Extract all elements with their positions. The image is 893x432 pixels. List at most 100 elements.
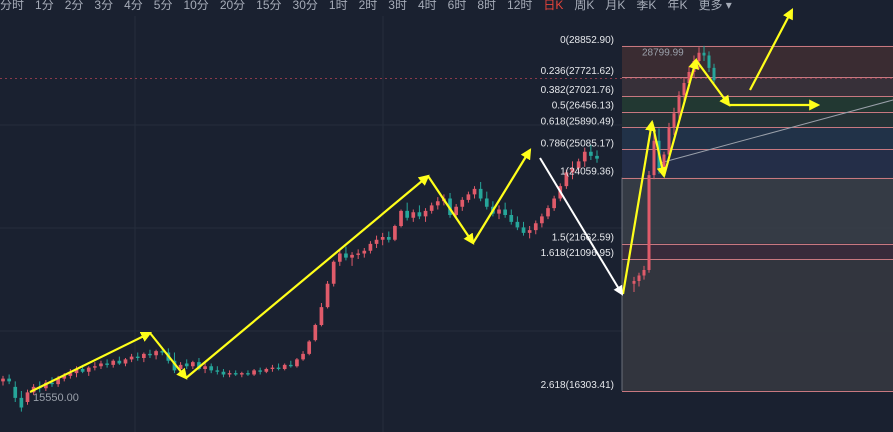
candle-body-left-76 — [466, 194, 471, 200]
timeframe-10[interactable]: 1时 — [329, 0, 348, 12]
timeframe-19[interactable]: 月K — [605, 0, 625, 12]
candle-body-left-46 — [282, 364, 287, 369]
candle-body-left-88 — [540, 216, 544, 224]
candle-body-left-41 — [252, 370, 256, 375]
candle-body-left-36 — [221, 371, 226, 375]
candle-body-left-21 — [129, 356, 134, 360]
candle-body-left-87 — [533, 223, 538, 231]
candle-body-left-85 — [521, 227, 526, 233]
candle-body-left-16 — [99, 363, 103, 367]
timeframe-2[interactable]: 2分 — [65, 0, 84, 12]
candle-body-left-57 — [350, 254, 354, 258]
candle-body-right-9 — [677, 95, 681, 114]
candle-body-left-64 — [393, 226, 397, 240]
candle-body-right-14 — [702, 52, 706, 56]
candle-body-left-43 — [264, 369, 269, 372]
timeframe-0[interactable]: 分时 — [0, 0, 24, 12]
candle-body-left-42 — [258, 370, 263, 372]
candle-body-left-97 — [595, 155, 599, 159]
fib-band-6 — [622, 177, 893, 244]
timeframe-7[interactable]: 20分 — [220, 0, 245, 12]
fib-label-8: 1.618(21096.95) — [541, 248, 614, 259]
timeframe-5[interactable]: 5分 — [154, 0, 173, 12]
timeframe-14[interactable]: 6时 — [448, 0, 467, 12]
candle-body-left-0 — [1, 378, 5, 382]
timeframe-20[interactable]: 季K — [636, 0, 656, 12]
fib-label-6: 1(24059.36) — [560, 167, 614, 178]
candle-body-left-67 — [411, 212, 416, 218]
fib-label-1: 0.236(27721.62) — [541, 66, 614, 77]
candle-body-left-23 — [142, 353, 146, 358]
candle-body-left-66 — [405, 210, 410, 218]
timeframe-8[interactable]: 15分 — [256, 0, 281, 12]
candle-body-left-15 — [93, 366, 97, 368]
fib-band-1 — [622, 76, 893, 97]
candle-body-left-40 — [246, 373, 250, 375]
candle-body-right-0 — [632, 281, 636, 284]
candle-body-left-54 — [331, 261, 336, 284]
fib-band-4 — [622, 127, 893, 150]
candle-body-left-69 — [423, 210, 428, 217]
candle-body-left-17 — [105, 363, 109, 365]
candlestick-chart: 0(28852.90) 0.236(27721.62) 0.382(27021.76… — [0, 8, 893, 432]
candle-body-left-3 — [19, 397, 24, 408]
fib-band-7 — [622, 243, 893, 260]
timeframe-15[interactable]: 8时 — [477, 0, 496, 12]
candle-body-left-83 — [509, 215, 514, 222]
wave-arrow-1 — [149, 332, 188, 380]
candle-body-left-59 — [362, 250, 367, 254]
candle-body-right-4 — [652, 140, 656, 176]
candle-body-left-51 — [313, 325, 318, 341]
fib-band-3 — [622, 111, 893, 128]
candle-body-left-4 — [25, 392, 30, 402]
wave-arrow-0 — [29, 331, 152, 393]
timeframe-9[interactable]: 30分 — [293, 0, 318, 12]
wave-arrow-2 — [185, 174, 430, 379]
fib-label-0: 0(28852.90) — [560, 35, 614, 46]
candle-body-left-61 — [374, 239, 379, 244]
candle-body-right-1 — [637, 275, 641, 281]
candle-body-left-89 — [546, 208, 550, 217]
candle-body-left-31 — [190, 362, 195, 367]
candle-body-left-62 — [380, 237, 385, 240]
candle-body-left-56 — [344, 253, 348, 258]
timeframe-16[interactable]: 12时 — [507, 0, 532, 12]
candle-body-left-60 — [368, 243, 373, 251]
candle-body-left-90 — [552, 198, 556, 209]
candle-body-right-3 — [647, 175, 651, 270]
candle-body-left-53 — [325, 283, 330, 308]
candle-body-right-13 — [697, 52, 701, 61]
timeframe-18[interactable]: 周K — [574, 0, 594, 12]
timeframe-11[interactable]: 2时 — [359, 0, 378, 12]
candle-body-left-2 — [13, 386, 18, 398]
candle-body-right-16 — [712, 67, 716, 81]
timeframe-1[interactable]: 1分 — [35, 0, 54, 12]
candle-body-left-71 — [435, 201, 440, 206]
candle-body-left-44 — [270, 367, 275, 369]
candle-body-left-18 — [111, 360, 116, 365]
candle-body-left-63 — [386, 237, 391, 240]
price-label-high: 28799.99 — [642, 47, 684, 58]
candle-body-left-65 — [399, 210, 403, 226]
timeframe-12[interactable]: 3时 — [388, 0, 407, 12]
candle-body-left-95 — [582, 151, 587, 162]
timeframe-3[interactable]: 3分 — [94, 0, 113, 12]
timeframe-6[interactable]: 10分 — [183, 0, 208, 12]
candle-body-left-22 — [135, 356, 140, 358]
candle-body-left-25 — [154, 351, 158, 356]
timeframe-22[interactable]: 更多 ▾ — [698, 0, 731, 12]
candle-body-left-55 — [337, 253, 342, 262]
candle-body-left-30 — [184, 363, 189, 367]
candle-body-left-82 — [503, 209, 507, 215]
timeframe-4[interactable]: 4分 — [124, 0, 143, 12]
candle-body-left-84 — [515, 221, 520, 228]
fib-label-3: 0.5(26456.13) — [552, 101, 614, 112]
fib-label-2: 0.382(27021.76) — [541, 85, 614, 96]
timeframe-21[interactable]: 年K — [667, 0, 687, 12]
candle-body-right-8 — [672, 113, 676, 127]
candle-body-left-48 — [295, 359, 299, 367]
timeframe-13[interactable]: 4时 — [418, 0, 437, 12]
candle-body-left-34 — [209, 366, 214, 371]
candle-body-right-6 — [662, 154, 666, 169]
timeframe-17[interactable]: 日K — [543, 0, 563, 12]
